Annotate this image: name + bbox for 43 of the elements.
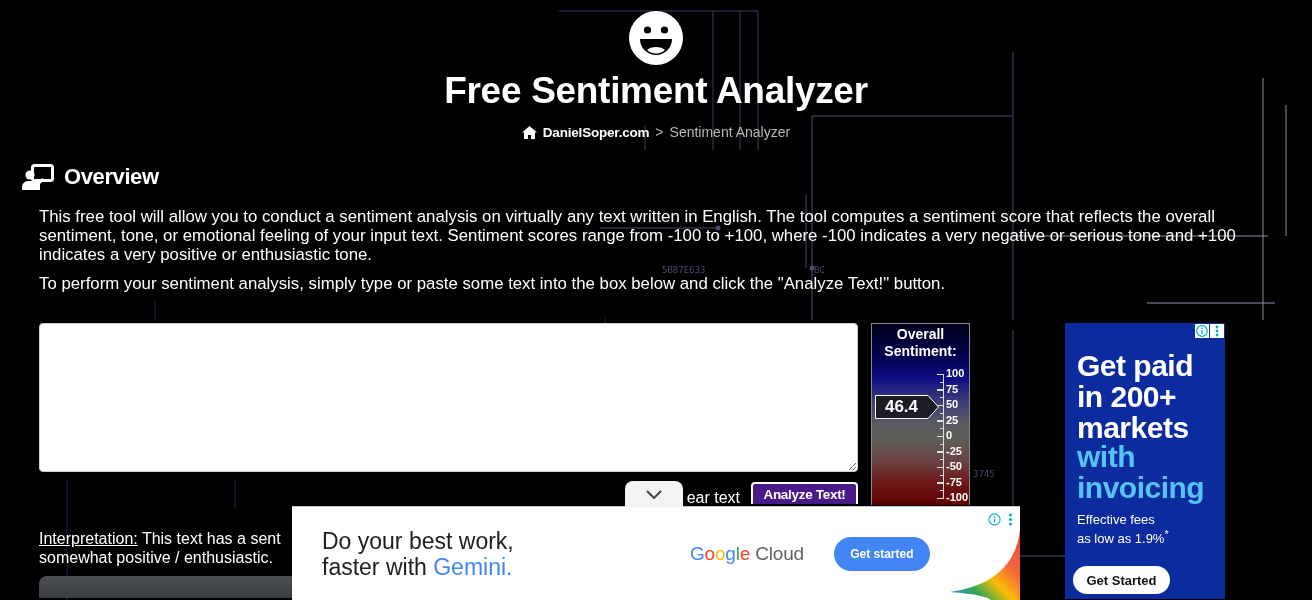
scale-label: -50	[946, 459, 962, 475]
smiley-icon	[629, 11, 683, 65]
scale-label: 100	[946, 366, 965, 382]
page-title: Free Sentiment Analyzer	[444, 69, 868, 113]
more-options-icon[interactable]	[1210, 324, 1224, 338]
ad-headline: Get paid in 200+ markets	[1077, 350, 1194, 443]
scale-label: 50	[946, 397, 959, 413]
breadcrumb-separator: >	[655, 124, 664, 140]
collapse-tab[interactable]	[625, 481, 683, 507]
interpretation-text: Interpretation: This text has a sent	[39, 529, 281, 548]
ad-headline: Do your best work, faster with Gemini.	[322, 527, 515, 580]
description-text: This free tool will allow you to conduct a sentiment analysis on virtually any text written in English. The tool computes a sentiment score that reflects the overall sentiment, tone, or emotional feeling of your input text. Sentiment scores range from -100 to +100, where -100 indicates a very negative or serious tone and +100 indicates a very positive or enthusiastic tone.	[39, 207, 1237, 264]
score-pointer: 46.4	[875, 395, 939, 420]
ad-fine-print: Effective fees as low as 1.9%$^{*}$	[1077, 512, 1170, 547]
home-icon	[521, 125, 537, 139]
presentation-icon	[22, 164, 54, 190]
section-heading: Overview	[64, 164, 159, 190]
info-icon[interactable]	[1195, 324, 1209, 338]
ad-headline: with invoicing	[1077, 441, 1206, 503]
hex-label: 3745	[973, 469, 995, 479]
info-icon[interactable]	[988, 513, 1001, 526]
hex-label: 5B87E633	[662, 265, 706, 275]
chevron-down-icon	[646, 489, 662, 499]
clear-text-link[interactable]: ear text	[686, 489, 740, 507]
description-text: To perform your sentiment analysis, simply type or paste some text into the box below and click the "Analyze Text!" button.	[39, 274, 947, 293]
scale-label: -100	[946, 490, 969, 506]
more-options-icon[interactable]	[1008, 513, 1013, 526]
sparkle-icon	[950, 530, 1020, 600]
gauge-title: Overall Sentiment:	[883, 325, 958, 360]
get-started-button[interactable]: Get Started	[1073, 566, 1170, 595]
interpretation-text: somewhat positive / enthusiastic.	[39, 548, 273, 567]
brand-logo: Google Cloud	[690, 542, 804, 565]
scale-label: 25	[946, 412, 959, 428]
text-input-field[interactable]	[39, 323, 858, 472]
analyze-button[interactable]: Analyze Text!	[751, 482, 858, 504]
scale-label: 0	[946, 428, 953, 444]
scale-label: 75	[946, 381, 959, 397]
scale-label: -25	[946, 443, 962, 459]
scale-label: -75	[946, 474, 962, 490]
get-started-button[interactable]: Get started	[833, 536, 930, 571]
breadcrumb-current: Sentiment Analyzer	[669, 124, 791, 140]
breadcrumb-link[interactable]: DanielSoper.com	[521, 124, 650, 140]
hex-label: BC	[814, 265, 825, 275]
